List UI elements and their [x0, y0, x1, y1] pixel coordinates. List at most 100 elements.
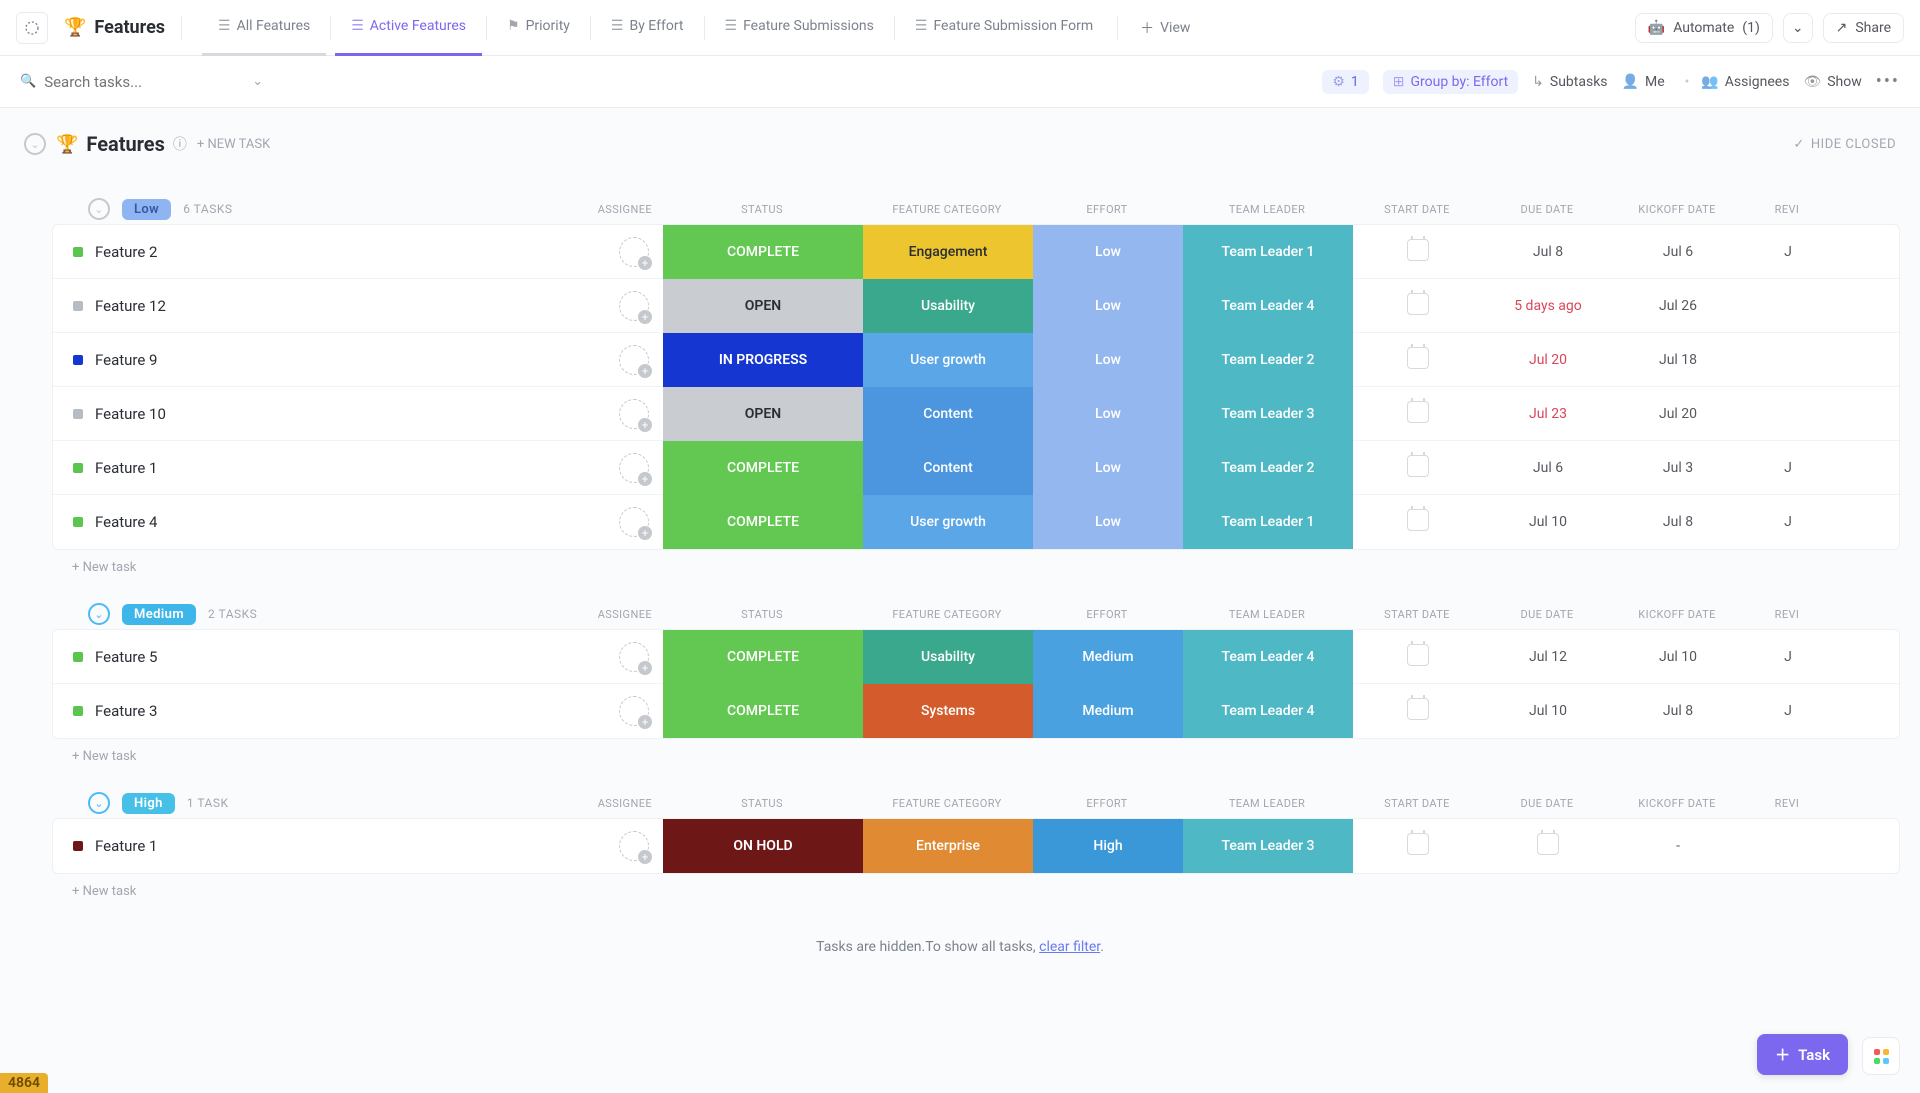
- kickoff-date-cell[interactable]: Jul 8: [1613, 703, 1743, 719]
- col-category[interactable]: FEATURE CATEGORY: [862, 608, 1032, 621]
- assignee-placeholder-icon[interactable]: [619, 507, 649, 537]
- search-input[interactable]: [44, 73, 244, 91]
- col-status[interactable]: STATUS: [662, 608, 862, 621]
- effort-cell[interactable]: Low: [1033, 441, 1183, 495]
- group-badge[interactable]: Medium: [122, 604, 196, 625]
- task-title-cell[interactable]: Feature 5: [53, 648, 533, 666]
- assignee-cell[interactable]: [533, 291, 663, 321]
- filter-chip[interactable]: ⚙ 1: [1322, 70, 1368, 94]
- review-date-cell[interactable]: J: [1743, 703, 1833, 719]
- col-start[interactable]: START DATE: [1352, 203, 1482, 216]
- assignee-placeholder-icon[interactable]: [619, 642, 649, 672]
- start-date-cell[interactable]: [1353, 239, 1483, 265]
- status-cell[interactable]: COMPLETE: [663, 684, 863, 738]
- assignee-cell[interactable]: [533, 237, 663, 267]
- assignee-cell[interactable]: [533, 345, 663, 375]
- kickoff-date-cell[interactable]: Jul 6: [1613, 244, 1743, 260]
- col-leader[interactable]: TEAM LEADER: [1182, 797, 1352, 810]
- automate-dropdown[interactable]: ⌄: [1783, 13, 1813, 43]
- assignee-placeholder-icon[interactable]: [619, 237, 649, 267]
- task-title-cell[interactable]: Feature 4: [53, 513, 533, 531]
- status-cell[interactable]: OPEN: [663, 279, 863, 333]
- effort-cell[interactable]: Low: [1033, 279, 1183, 333]
- group-badge[interactable]: High: [122, 793, 175, 814]
- status-cell[interactable]: COMPLETE: [663, 225, 863, 279]
- task-title-cell[interactable]: Feature 1: [53, 459, 533, 477]
- leader-cell[interactable]: Team Leader 2: [1183, 441, 1353, 495]
- collapse-group-icon[interactable]: ⌄: [88, 198, 110, 220]
- col-kickoff[interactable]: KICKOFF DATE: [1612, 203, 1742, 216]
- status-cell[interactable]: ON HOLD: [663, 819, 863, 873]
- tab-all-features[interactable]: ☰All Features: [202, 0, 326, 56]
- start-date-cell[interactable]: [1353, 401, 1483, 427]
- due-date-cell[interactable]: 5 days ago: [1483, 298, 1613, 314]
- col-kickoff[interactable]: KICKOFF DATE: [1612, 797, 1742, 810]
- status-cell[interactable]: COMPLETE: [663, 441, 863, 495]
- leader-cell[interactable]: Team Leader 3: [1183, 819, 1353, 873]
- col-category[interactable]: FEATURE CATEGORY: [862, 797, 1032, 810]
- col-start[interactable]: START DATE: [1352, 608, 1482, 621]
- assignee-placeholder-icon[interactable]: [619, 831, 649, 861]
- due-date-cell[interactable]: [1483, 833, 1613, 859]
- collapse-group-icon[interactable]: ⌄: [88, 603, 110, 625]
- tab-feature-submission-form[interactable]: ☰Feature Submission Form: [899, 0, 1109, 56]
- assignee-cell[interactable]: [533, 831, 663, 861]
- review-date-cell[interactable]: J: [1743, 460, 1833, 476]
- effort-cell[interactable]: Low: [1033, 495, 1183, 549]
- start-date-cell[interactable]: [1353, 347, 1483, 373]
- new-task-row[interactable]: + New task: [52, 739, 1900, 764]
- kickoff-date-cell[interactable]: Jul 10: [1613, 649, 1743, 665]
- effort-cell[interactable]: Low: [1033, 387, 1183, 441]
- hide-closed-toggle[interactable]: ✓ HIDE CLOSED: [1794, 137, 1897, 152]
- assignee-cell[interactable]: [533, 696, 663, 726]
- assignee-placeholder-icon[interactable]: [619, 291, 649, 321]
- effort-cell[interactable]: Low: [1033, 333, 1183, 387]
- start-date-cell[interactable]: [1353, 509, 1483, 535]
- col-start[interactable]: START DATE: [1352, 797, 1482, 810]
- kickoff-date-cell[interactable]: Jul 8: [1613, 514, 1743, 530]
- info-icon[interactable]: ⓘ: [173, 134, 187, 154]
- assignee-placeholder-icon[interactable]: [619, 453, 649, 483]
- due-date-cell[interactable]: Jul 8: [1483, 244, 1613, 260]
- task-title-cell[interactable]: Feature 3: [53, 702, 533, 720]
- effort-cell[interactable]: Medium: [1033, 684, 1183, 738]
- table-row[interactable]: Feature 4COMPLETEUser growthLowTeam Lead…: [53, 495, 1899, 549]
- category-cell[interactable]: User growth: [863, 333, 1033, 387]
- review-date-cell[interactable]: J: [1743, 649, 1833, 665]
- start-date-cell[interactable]: [1353, 293, 1483, 319]
- list-title-chip[interactable]: 🏆 Features: [56, 13, 173, 42]
- effort-cell[interactable]: High: [1033, 819, 1183, 873]
- col-assignee[interactable]: ASSIGNEE: [532, 797, 662, 810]
- col-assignee[interactable]: ASSIGNEE: [532, 608, 662, 621]
- col-due[interactable]: DUE DATE: [1482, 797, 1612, 810]
- assignee-cell[interactable]: [533, 399, 663, 429]
- table-row[interactable]: Feature 10OPENContentLowTeam Leader 3Jul…: [53, 387, 1899, 441]
- collapse-list-icon[interactable]: ⌄: [24, 133, 46, 155]
- task-title-cell[interactable]: Feature 1: [53, 837, 533, 855]
- status-cell[interactable]: OPEN: [663, 387, 863, 441]
- task-title-cell[interactable]: Feature 12: [53, 297, 533, 315]
- show-toggle[interactable]: 👁 Show: [1803, 74, 1861, 90]
- collapse-group-icon[interactable]: ⌄: [88, 792, 110, 814]
- col-kickoff[interactable]: KICKOFF DATE: [1612, 608, 1742, 621]
- due-date-cell[interactable]: Jul 10: [1483, 703, 1613, 719]
- due-date-cell[interactable]: Jul 20: [1483, 352, 1613, 368]
- share-button[interactable]: ↗ Share: [1823, 13, 1904, 43]
- col-status[interactable]: STATUS: [662, 797, 862, 810]
- due-date-cell[interactable]: Jul 6: [1483, 460, 1613, 476]
- new-task-fab[interactable]: ＋ Task: [1757, 1034, 1848, 1075]
- group-badge[interactable]: Low: [122, 199, 171, 220]
- category-cell[interactable]: Engagement: [863, 225, 1033, 279]
- kickoff-date-cell[interactable]: Jul 18: [1613, 352, 1743, 368]
- due-date-cell[interactable]: Jul 23: [1483, 406, 1613, 422]
- effort-cell[interactable]: Medium: [1033, 630, 1183, 684]
- category-cell[interactable]: Usability: [863, 630, 1033, 684]
- category-cell[interactable]: Systems: [863, 684, 1033, 738]
- search-options-chevron-icon[interactable]: ⌄: [252, 74, 263, 89]
- col-leader[interactable]: TEAM LEADER: [1182, 203, 1352, 216]
- effort-cell[interactable]: Low: [1033, 225, 1183, 279]
- col-due[interactable]: DUE DATE: [1482, 608, 1612, 621]
- tab-feature-submissions[interactable]: ☰Feature Submissions: [709, 0, 890, 56]
- start-date-cell[interactable]: [1353, 644, 1483, 670]
- subtasks-toggle[interactable]: ↳ Subtasks: [1532, 74, 1607, 90]
